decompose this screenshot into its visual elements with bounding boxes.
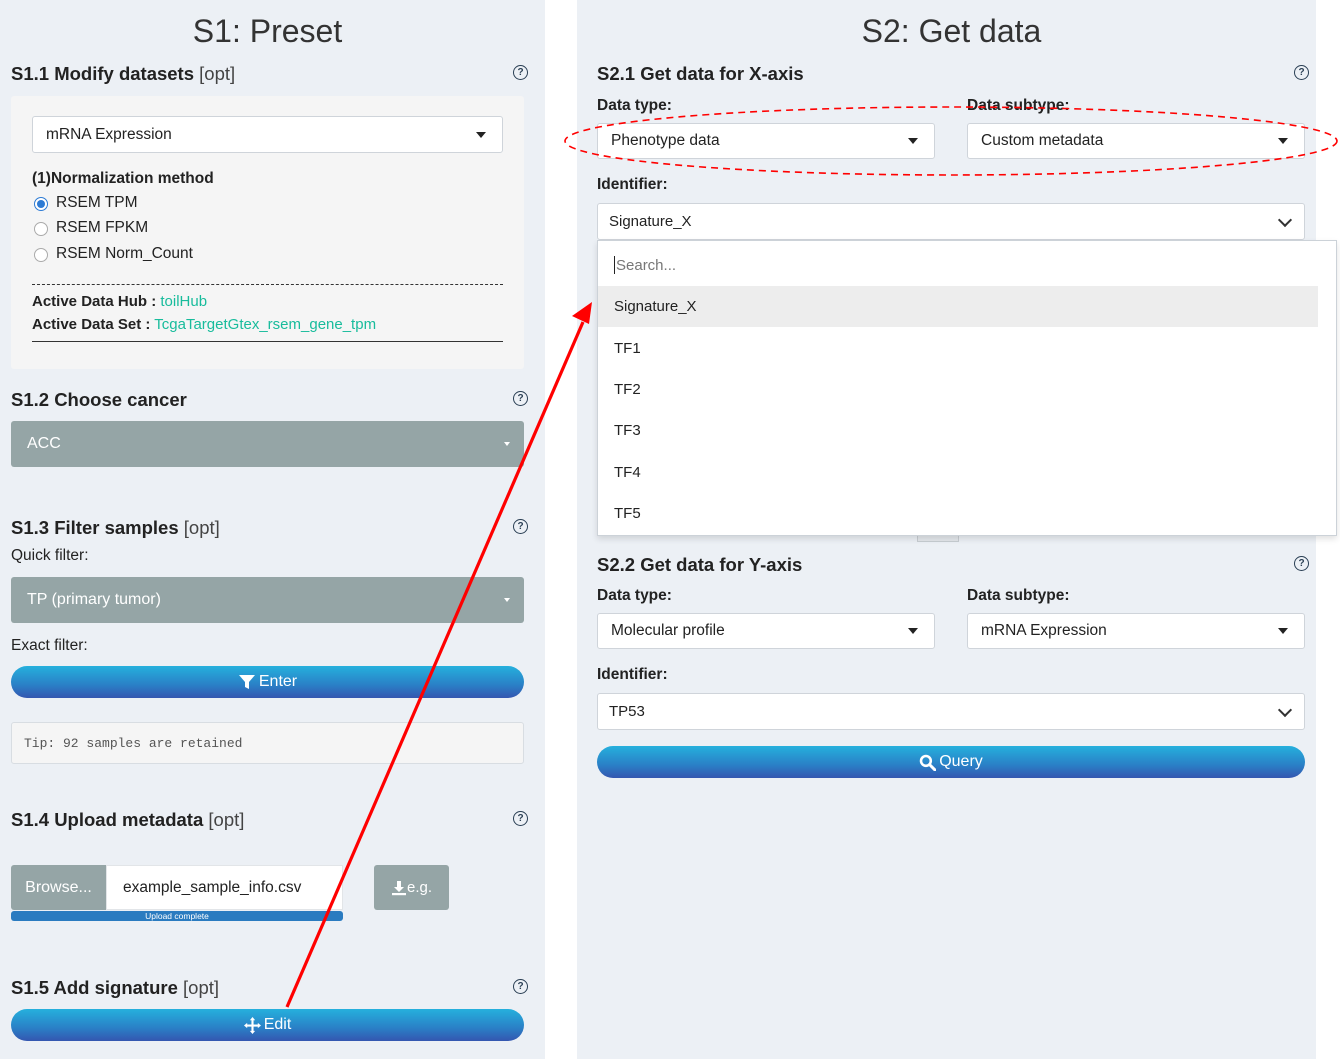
annotation-arrow-line bbox=[285, 321, 585, 1008]
annotation-overlay bbox=[285, 106, 1338, 1008]
annotation-dashed-ellipse bbox=[564, 106, 1338, 176]
annotation-arrow-head bbox=[572, 302, 592, 324]
